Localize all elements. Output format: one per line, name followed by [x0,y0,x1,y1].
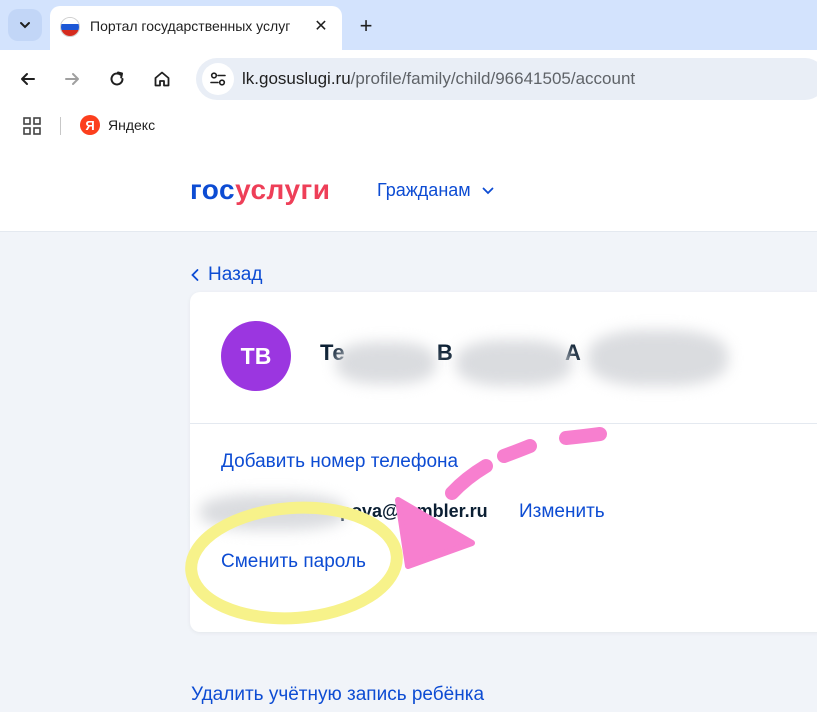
russia-flag-icon [60,17,80,37]
bookmark-yandex[interactable]: Я Яндекс [80,115,155,135]
address-bar[interactable]: lk.gosuslugi.ru/profile/family/child/966… [196,58,817,100]
back-label: Назад [208,264,263,285]
delete-child-account-link[interactable]: Удалить учётную запись ребёнка [191,684,484,706]
url-path: /profile/family/child/96641505/account [350,69,636,88]
url-text: lk.gosuslugi.ru/profile/family/child/966… [242,69,635,89]
url-host: lk.gosuslugi.ru [242,69,351,88]
redaction-blur [200,494,346,530]
home-icon [154,71,170,87]
tune-icon [210,72,226,86]
site-header: госуслуги Гражданам [0,144,817,232]
back-button[interactable] [13,64,43,94]
logo-part-uslugi: услуги [235,174,331,205]
change-email-link[interactable]: Изменить [519,501,605,523]
site-info-button[interactable] [202,63,234,95]
bookmarks-separator [60,117,61,135]
browser-tab-active[interactable]: Портал государственных услуг ✕ [50,6,342,50]
forward-button[interactable] [57,64,87,94]
tab-title: Портал государственных услуг [90,18,291,34]
avatar: ТВ [221,321,291,391]
redaction-blur [336,342,436,384]
arrow-left-icon [21,73,35,85]
reload-icon [110,71,124,86]
citizens-menu-label: Гражданам [377,180,471,200]
citizens-menu[interactable]: Гражданам [377,180,495,201]
change-password-link[interactable]: Сменить пароль [221,551,366,573]
email-visible-part: pova@rambler.ru [340,501,488,521]
tab-search-button[interactable] [8,9,42,41]
reload-button[interactable] [102,64,132,94]
apps-grid-icon[interactable] [22,116,42,136]
chevron-down-icon [20,22,30,29]
yandex-icon: Я [80,115,100,135]
tab-close-icon[interactable]: ✕ [310,15,332,37]
chevron-down-icon [482,187,494,194]
new-tab-button[interactable]: + [352,12,380,40]
card-divider [190,423,817,424]
name-part-2: В [436,340,453,365]
bookmarks-bar: Я Яндекс [0,108,817,144]
logo-part-gos: гос [190,174,236,205]
redaction-blur [588,330,728,386]
tab-strip: Портал государственных услуг ✕ + [0,0,817,50]
add-phone-link[interactable]: Добавить номер телефона [221,451,458,473]
browser-toolbar: lk.gosuslugi.ru/profile/family/child/966… [0,50,817,108]
back-link[interactable]: Назад [190,264,262,286]
gosuslugi-logo[interactable]: госуслуги [190,174,330,206]
redaction-blur [456,340,572,386]
bookmark-label: Яндекс [108,117,156,133]
chevron-left-icon [191,269,199,281]
home-button[interactable] [147,64,177,94]
arrow-right-icon [65,73,79,85]
